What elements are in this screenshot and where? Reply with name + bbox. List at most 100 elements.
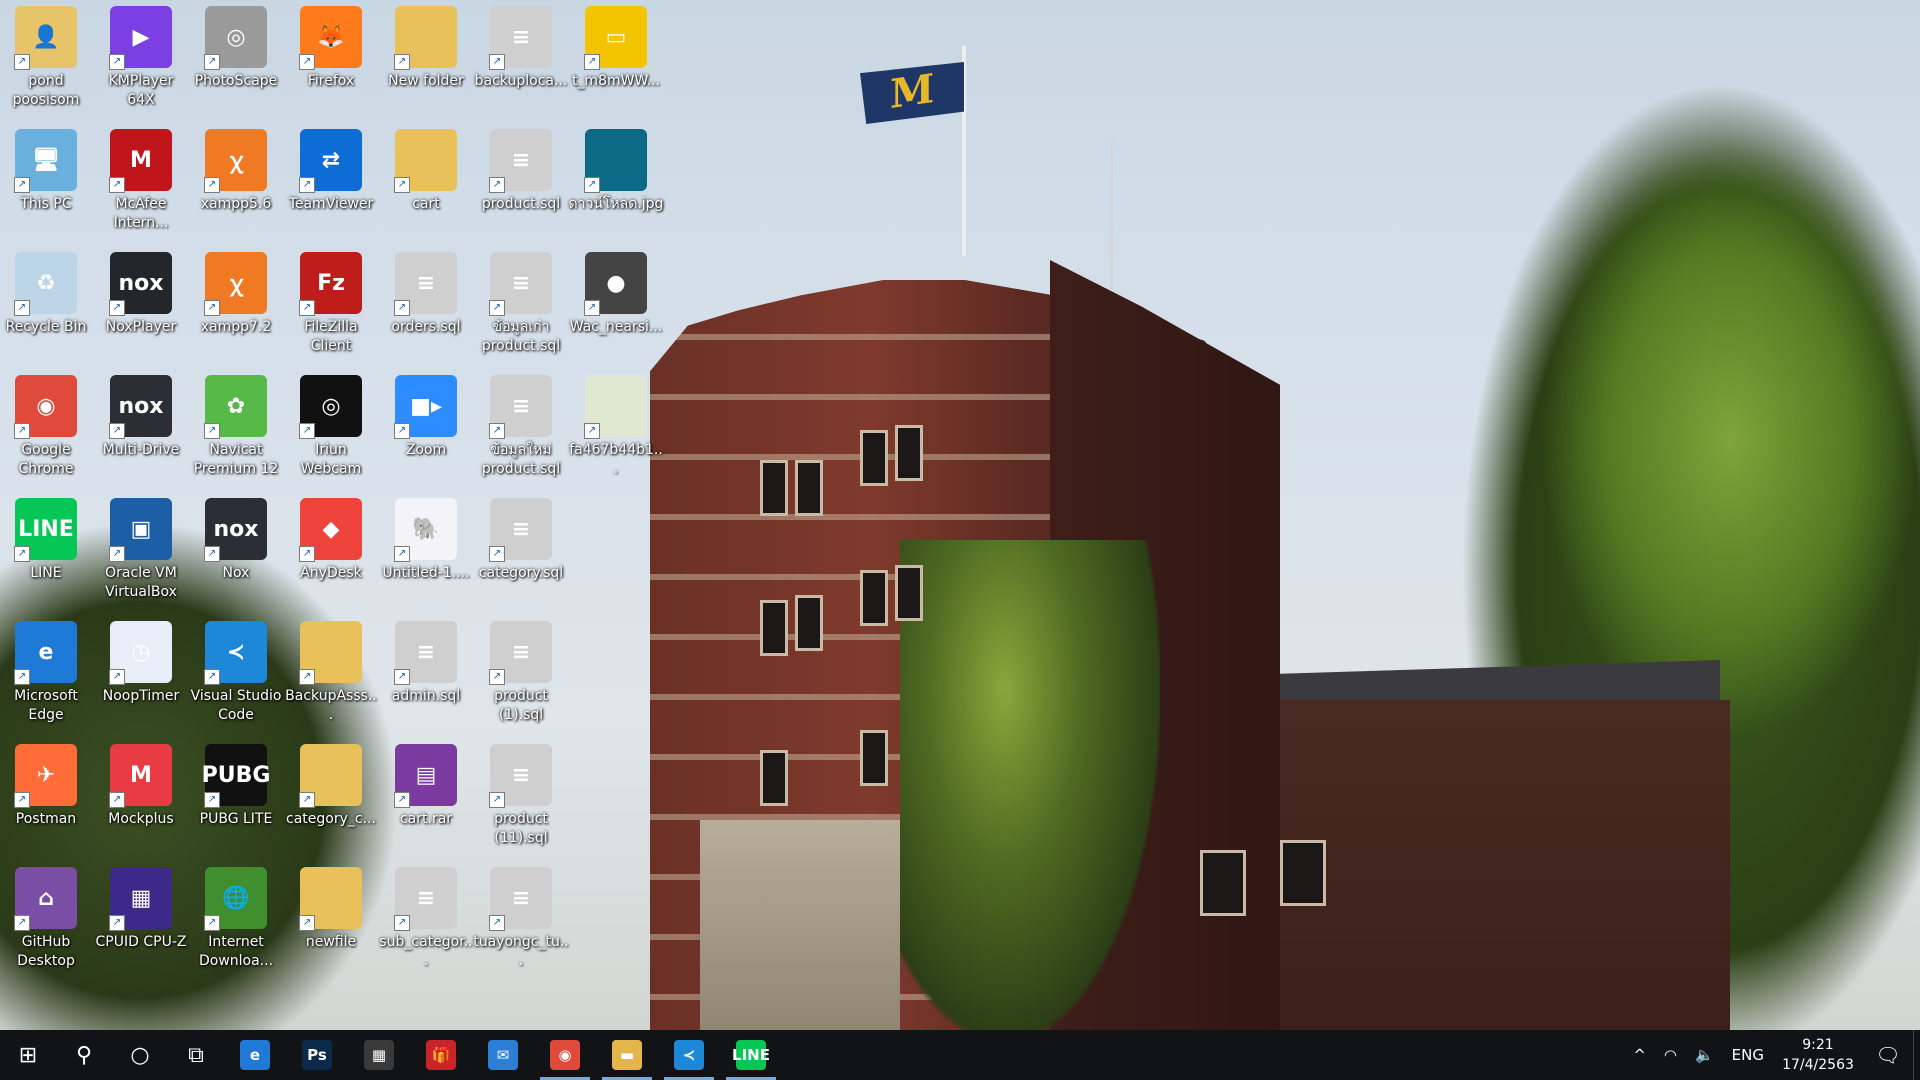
desktop-icon-label: xampp5.6 [200, 196, 272, 212]
desktop-icon[interactable]: ≡ ↗ product (11).sql [475, 738, 567, 856]
desktop-icon[interactable]: ■▸ ↗ Zoom [380, 369, 472, 487]
desktop-icon-label: KMPlayer 64X [108, 73, 174, 108]
desktop-icon[interactable]: 👤 ↗ pond poosisom [0, 0, 92, 118]
desktop-icon[interactable]: 🐘 ↗ Untitled-1.... [380, 492, 472, 610]
taskbar-app-mail[interactable]: ✉ [472, 1030, 534, 1080]
desktop-icon[interactable]: ≡ ↗ sub_categor... [379, 861, 473, 979]
desktop-icon[interactable]: ◎ ↗ Iriun Webcam [285, 369, 377, 487]
desktop-icon[interactable]: ꭓ ↗ xampp7.2 [190, 246, 282, 364]
taskbar-app-vscode[interactable]: ≺ [658, 1030, 720, 1080]
desktop-icon-label: New folder [388, 73, 464, 89]
desktop-icon[interactable]: M ↗ McAfee Intern... [95, 123, 187, 241]
shortcut-arrow-icon: ↗ [584, 423, 600, 439]
show-desktop-button[interactable] [1913, 1030, 1920, 1080]
wallpaper-window [860, 430, 888, 486]
desktop-icon[interactable]: ◎ ↗ PhotoScape [190, 0, 282, 118]
wallpaper-window [895, 565, 923, 621]
desktop-icon[interactable]: M ↗ Mockplus [95, 738, 187, 856]
clock[interactable]: 9:21 17/4/2563 [1773, 1035, 1863, 1075]
desktop-icon[interactable]: ▭ ↗ t_m8mWW... [570, 0, 662, 118]
desktop-icon[interactable]: ↗ fa467b44b1... [569, 369, 663, 487]
desktop-icon[interactable]: ▣ ↗ Oracle VM VirtualBox [95, 492, 187, 610]
desktop-icon[interactable]: 🦊 ↗ Firefox [285, 0, 377, 118]
taskbar-app-line[interactable]: LINE [720, 1030, 782, 1080]
desktop-icon[interactable]: ≡ ↗ ข้อมูลใหม่ product.sql [475, 369, 567, 487]
line-icon: LINE [732, 1040, 770, 1070]
desktop-icon[interactable]: ⌂ ↗ GitHub Desktop [0, 861, 92, 979]
desktop-icon[interactable]: ≡ ↗ orders.sql [380, 246, 472, 364]
desktop-icon[interactable]: ◉ ↗ Google Chrome [0, 369, 92, 487]
taskbar-app-gift[interactable]: 🎁 [410, 1030, 472, 1080]
desktop-icon[interactable]: ◷ ↗ NoopTimer [95, 615, 187, 733]
taskbar-app-chrome[interactable]: ◉ [534, 1030, 596, 1080]
desktop-icon[interactable]: 🖥 ↗ This PC [0, 123, 92, 241]
desktop-icon[interactable]: nox ↗ Nox [190, 492, 282, 610]
desktop-icon-label: Nox [222, 565, 250, 581]
desktop-icon-label: This PC [20, 196, 72, 212]
desktop-icon[interactable]: ▤ ↗ cart.rar [380, 738, 472, 856]
desktop-icon[interactable]: ↗ BackupAsss... [285, 615, 377, 733]
desktop-icon[interactable]: ≡ ↗ product.sql [475, 123, 567, 241]
shortcut-arrow-icon: ↗ [394, 669, 410, 685]
desktop-icon[interactable]: ≡ ↗ product (1).sql [475, 615, 567, 733]
desktop-icon[interactable]: LINE ↗ LINE [0, 492, 92, 610]
mail-icon: ✉ [488, 1040, 518, 1070]
action-center-button[interactable]: 🗨 [1863, 1043, 1913, 1067]
task-view-button[interactable]: ⧉ [168, 1030, 224, 1080]
desktop-icon[interactable]: ≺ ↗ Visual Studio Code [190, 615, 282, 733]
show-hidden-icons-chevron-icon[interactable]: ^ [1624, 1046, 1655, 1064]
input-language[interactable]: ENG [1723, 1046, 1773, 1064]
start-button[interactable]: ⊞ [0, 1030, 56, 1080]
wallpaper-window [860, 730, 888, 786]
taskbar-pinned-apps: e Ps ▦ 🎁 ✉ ◉ ▬ ≺ LINE [224, 1030, 782, 1080]
shortcut-arrow-icon: ↗ [204, 54, 220, 70]
desktop-icon[interactable]: ▶ ↗ KMPlayer 64X [95, 0, 187, 118]
desktop-icon-label: cart [412, 196, 440, 212]
desktop-icon[interactable]: ↗ ดาวน์โหลด.jpg [569, 123, 663, 241]
desktop-icon[interactable]: e ↗ Microsoft Edge [0, 615, 92, 733]
shortcut-arrow-icon: ↗ [204, 177, 220, 193]
desktop-icon[interactable]: ≡ ↗ tuayongc_tu... [473, 861, 569, 979]
volume-icon[interactable]: 🔈 [1686, 1046, 1723, 1064]
desktop-icon[interactable]: ◆ ↗ AnyDesk [285, 492, 377, 610]
desktop-icon[interactable]: Fz ↗ FileZilla Client [285, 246, 377, 364]
shortcut-arrow-icon: ↗ [14, 177, 30, 193]
windows-logo-icon: ⊞ [18, 1042, 38, 1068]
desktop-icon[interactable]: ♻ ↗ Recycle Bin [0, 246, 92, 364]
desktop-icon[interactable]: 🌐 ↗ Internet Downloa... [190, 861, 282, 979]
shortcut-arrow-icon: ↗ [394, 915, 410, 931]
shortcut-arrow-icon: ↗ [394, 177, 410, 193]
desktop-icon[interactable]: ≡ ↗ category.sql [475, 492, 567, 610]
desktop-icon[interactable]: ≡ ↗ ข้อมูลเก่า product.sql [475, 246, 567, 364]
wallpaper-window [1280, 840, 1326, 906]
wallpaper-window [1200, 850, 1246, 916]
desktop-icon[interactable]: ↗ newfile [285, 861, 377, 979]
shortcut-arrow-icon: ↗ [299, 915, 315, 931]
taskbar-app-photoshop[interactable]: Ps [286, 1030, 348, 1080]
desktop-icon[interactable]: ● ↗ Wac_nearsi... [570, 246, 662, 364]
cortana-button[interactable]: ○ [112, 1030, 168, 1080]
desktop-icon[interactable]: ▦ ↗ CPUID CPU-Z [95, 861, 187, 979]
taskbar-app-edge[interactable]: e [224, 1030, 286, 1080]
taskbar-app-file-explorer[interactable]: ▬ [596, 1030, 658, 1080]
desktop-icon[interactable]: ↗ cart [380, 123, 472, 241]
desktop-icon[interactable]: nox ↗ NoxPlayer [95, 246, 187, 364]
desktop-icon-label: McAfee Intern... [113, 196, 169, 231]
network-icon[interactable]: ◠ [1655, 1046, 1686, 1064]
desktop-icon[interactable]: ↗ New folder [380, 0, 472, 118]
desktop-icon[interactable]: ↗ category_c... [285, 738, 377, 856]
desktop-icon[interactable]: ꭓ ↗ xampp5.6 [190, 123, 282, 241]
desktop-icon[interactable]: PUBG ↗ PUBG LITE [190, 738, 282, 856]
desktop-icon[interactable]: ≡ ↗ backuploca... [475, 0, 567, 118]
wallpaper-window [760, 600, 788, 656]
taskbar-app-store[interactable]: ▦ [348, 1030, 410, 1080]
shortcut-arrow-icon: ↗ [299, 54, 315, 70]
desktop-icon[interactable]: nox ↗ Multi-Drive [95, 369, 187, 487]
search-button[interactable]: ⚲ [56, 1030, 112, 1080]
desktop-icon[interactable]: ✿ ↗ Navicat Premium 12 [190, 369, 282, 487]
desktop-icon[interactable]: ✈ ↗ Postman [0, 738, 92, 856]
desktop-icon[interactable]: ≡ ↗ admin.sql [380, 615, 472, 733]
desktop-icon[interactable]: ⇄ ↗ TeamViewer [285, 123, 377, 241]
desktop-icon-label: admin.sql [391, 688, 461, 704]
shortcut-arrow-icon: ↗ [204, 915, 220, 931]
